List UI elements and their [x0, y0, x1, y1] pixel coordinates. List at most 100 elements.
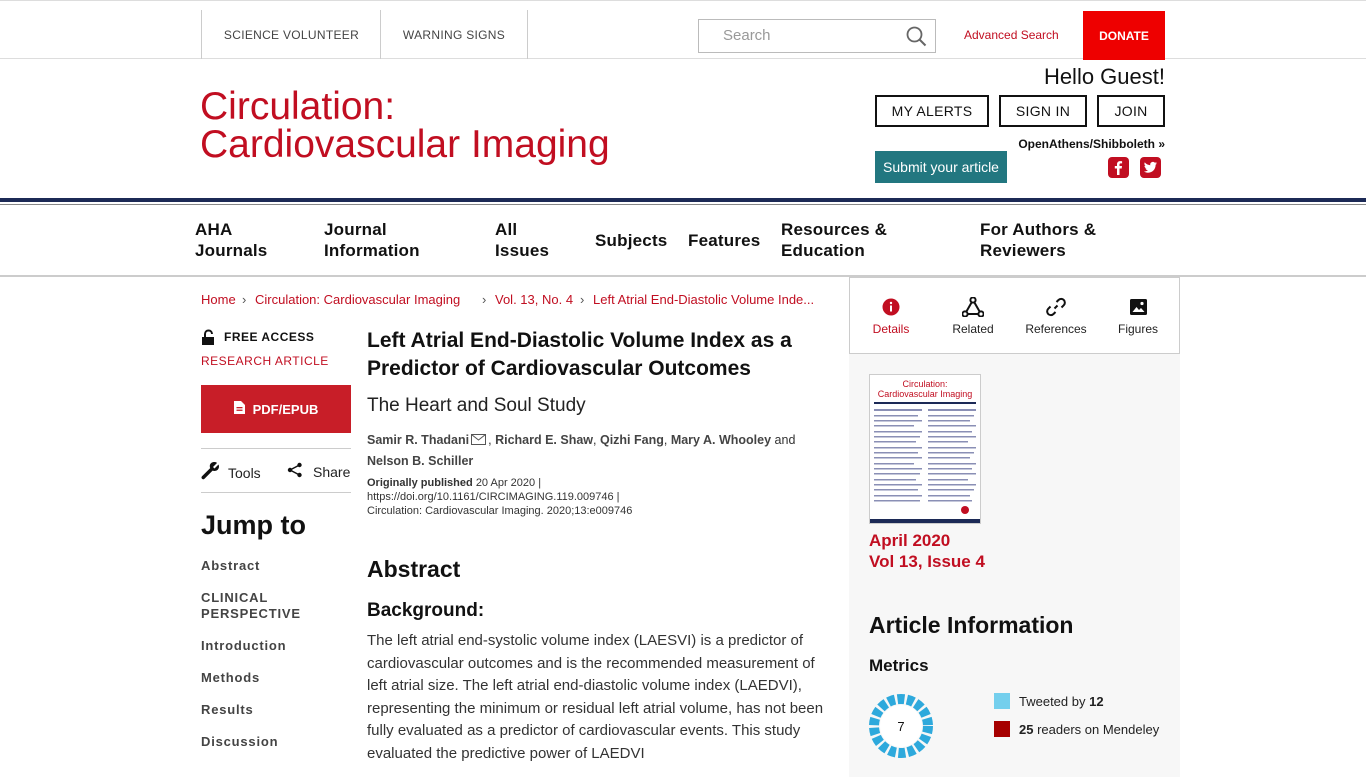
author-link[interactable]: Nelson B. Schiller: [367, 454, 473, 468]
jump-results[interactable]: Results: [201, 702, 254, 718]
tab-details[interactable]: Details: [851, 296, 931, 336]
sign-in-button[interactable]: SIGN IN: [999, 95, 1087, 127]
mendeley-row: 25 readers on Mendeley: [994, 721, 1159, 737]
chevron-right-icon: ›: [242, 292, 247, 307]
cover-title-1: Circulation:: [902, 379, 948, 389]
breadcrumb-journal[interactable]: Circulation: Cardiovascular Imaging: [255, 292, 460, 307]
doi-link[interactable]: https://doi.org/10.1161/CIRCIMAGING.119.…: [367, 491, 614, 503]
tab-details-label: Details: [872, 322, 910, 336]
breadcrumb-article[interactable]: Left Atrial End-Diastolic Volume Inde...: [593, 292, 833, 307]
tools-button[interactable]: Tools: [201, 461, 261, 483]
nav-features-label: Features: [688, 231, 761, 250]
jump-abstract[interactable]: Abstract: [201, 558, 260, 574]
article-information-heading: Article Information: [869, 612, 1074, 638]
issue-date: April 2020: [869, 531, 951, 550]
abstract-text: The left atrial end-systolic volume inde…: [367, 632, 824, 762]
tab-figures[interactable]: Figures: [1098, 296, 1178, 336]
altmetric-badge[interactable]: 7: [869, 694, 933, 758]
greeting: Hello Guest!: [1043, 64, 1165, 89]
nav-aha-journals-l1: AHA: [195, 220, 233, 239]
tab-figures-label: Figures: [1117, 322, 1158, 336]
twitter-icon[interactable]: [1140, 157, 1161, 178]
tweeted-label: Tweeted by: [1019, 693, 1086, 709]
breadcrumb-issue[interactable]: Vol. 13, No. 4: [495, 292, 573, 307]
share-label: Share: [313, 463, 351, 480]
nav-journal-information-l2: Information: [324, 241, 420, 260]
science-volunteer-label: SCIENCE VOLUNTEER: [223, 27, 360, 42]
background-heading: Background:: [367, 600, 485, 621]
advanced-search-link[interactable]: Advanced Search: [964, 28, 1059, 42]
cover-title-2: Cardiovascular Imaging: [877, 389, 973, 399]
issue-info[interactable]: April 2020 Vol 13, Issue 4: [869, 530, 985, 572]
altmetric-score: 7: [897, 718, 905, 734]
cover-contents: [870, 409, 980, 523]
tab-references[interactable]: References: [1016, 296, 1096, 336]
openathens-link[interactable]: OpenAthens/Shibboleth »: [990, 137, 1165, 151]
published-label: Originally published: [367, 477, 473, 489]
author-link[interactable]: Samir R. Thadani: [367, 433, 469, 447]
chevron-right-icon: ›: [580, 292, 585, 307]
chevron-right-icon: ›: [482, 292, 487, 307]
nav-aha-journals[interactable]: AHA Journals: [195, 219, 267, 261]
tools-label: Tools: [228, 464, 261, 481]
submit-article-button[interactable]: Submit your article: [875, 151, 1007, 183]
email-icon[interactable]: [471, 431, 487, 451]
tab-related-label: Related: [952, 322, 994, 336]
cover-rule: [874, 402, 976, 404]
jump-clinical-perspective[interactable]: CLINICAL PERSPECTIVE: [201, 590, 321, 622]
nav-all-issues[interactable]: All Issues: [495, 219, 549, 261]
published-date: 20 Apr 2020: [475, 477, 536, 489]
nav-resources-l2: Education: [781, 241, 865, 260]
warning-signs-label: WARNING SIGNS: [402, 27, 506, 42]
unlock-icon: [201, 329, 217, 351]
jump-to-heading: Jump to: [201, 510, 306, 540]
my-alerts-button[interactable]: MY ALERTS: [875, 95, 989, 127]
search-input[interactable]: [721, 20, 911, 50]
journal-cover-image[interactable]: Circulation: Cardiovascular Imaging: [869, 374, 981, 524]
nav-subjects[interactable]: Subjects: [595, 230, 667, 251]
publication-info: Originally published 20 Apr 2020 | https…: [367, 477, 633, 517]
nav-features[interactable]: Features: [688, 230, 760, 251]
top-utility-bar: SCIENCE VOLUNTEER WARNING SIGNS Advanced…: [0, 0, 1366, 60]
facebook-icon[interactable]: [1108, 157, 1129, 178]
nav-for-authors[interactable]: For Authors & Reviewers: [980, 219, 1096, 261]
search-box: [698, 19, 936, 53]
nav-resources-education[interactable]: Resources & Education: [781, 219, 887, 261]
tweeted-count: 12: [1089, 693, 1104, 709]
donate-button[interactable]: DONATE: [1083, 11, 1165, 60]
author-link[interactable]: Mary A. Whooley: [671, 433, 771, 447]
network-icon: [933, 296, 1013, 318]
join-button[interactable]: JOIN: [1097, 95, 1165, 127]
article-title: Left Atrial End-Diastolic Volume Index a…: [367, 329, 792, 380]
share-button[interactable]: Share: [287, 462, 350, 481]
header-rule-thin: [0, 204, 1366, 205]
science-volunteer-link[interactable]: SCIENCE VOLUNTEER: [201, 10, 381, 59]
info-icon: [851, 296, 931, 318]
mendeley-swatch: [994, 721, 1010, 737]
document-icon: [233, 401, 245, 417]
jump-methods[interactable]: Methods: [201, 670, 260, 686]
tab-related[interactable]: Related: [933, 296, 1013, 336]
nav-resources-l1: Resources &: [781, 220, 888, 239]
author-link[interactable]: Richard E. Shaw: [495, 433, 593, 447]
logo-line-2: Cardiovascular Imaging: [200, 123, 610, 166]
nav-subjects-label: Subjects: [595, 231, 668, 250]
pdf-epub-button[interactable]: PDF/EPUB: [201, 385, 351, 433]
author-list: Samir R. Thadani, Richard E. Shaw, Qizhi…: [367, 430, 837, 471]
abstract-heading: Abstract: [367, 556, 461, 582]
metrics-heading: Metrics: [869, 656, 929, 675]
cover-title: Circulation: Cardiovascular Imaging: [870, 379, 980, 399]
article-type-label: RESEARCH ARTICLE: [201, 354, 329, 368]
jump-discussion[interactable]: Discussion: [201, 734, 278, 750]
warning-signs-link[interactable]: WARNING SIGNS: [380, 10, 528, 59]
journal-logo[interactable]: Circulation: Cardiovascular Imaging: [200, 87, 610, 166]
jump-introduction[interactable]: Introduction: [201, 638, 286, 654]
nav-journal-information[interactable]: Journal Information: [324, 219, 420, 261]
search-icon[interactable]: [906, 26, 927, 52]
divider: [201, 492, 351, 493]
twitter-swatch: [994, 693, 1010, 709]
mendeley-count: 25: [1019, 721, 1034, 737]
nav-all-issues-l2: Issues: [495, 241, 550, 260]
breadcrumb-home[interactable]: Home: [201, 292, 236, 307]
author-link[interactable]: Qizhi Fang: [600, 433, 664, 447]
